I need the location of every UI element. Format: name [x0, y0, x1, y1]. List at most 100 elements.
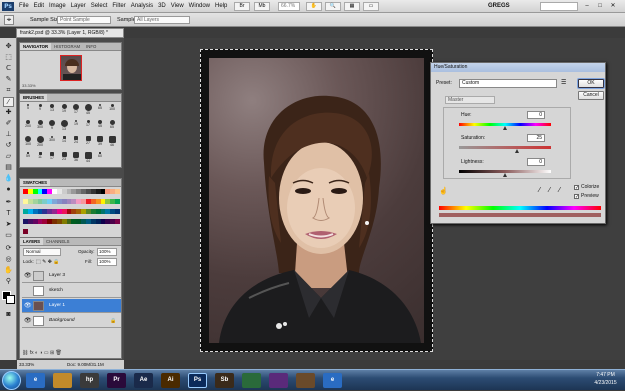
brush-preset[interactable]: 39 — [94, 135, 106, 149]
menu-analysis[interactable]: Analysis — [131, 2, 153, 11]
eyedropper-tool-icon[interactable]: ⁄ — [3, 97, 14, 107]
menu-edit[interactable]: Edit — [34, 2, 44, 11]
preset-select[interactable]: Custom — [459, 79, 557, 88]
fill-field[interactable]: 100% — [97, 258, 117, 266]
eyedropper-minus-icon[interactable]: ⁄ — [559, 187, 560, 194]
taskbar-app-icon[interactable] — [242, 373, 261, 388]
brush-preset[interactable]: 19 — [70, 119, 82, 133]
brush-preset[interactable]: 19 — [58, 103, 70, 117]
close-button[interactable]: ✕ — [608, 2, 618, 11]
brush-preset[interactable]: 17 — [46, 151, 58, 165]
layers-footer-icons[interactable]: ⛓ fx ◐ ◑ ▭ ⊞ 🗑 — [22, 348, 121, 358]
status-zoom[interactable]: 33.33% — [19, 360, 34, 369]
shape-tool-icon[interactable]: ▭ — [3, 231, 14, 241]
visibility-eye-icon[interactable]: 👁 — [24, 299, 32, 313]
blur-tool-icon[interactable]: 💧 — [3, 174, 14, 184]
taskbar-app-icon[interactable]: Ae — [134, 373, 153, 388]
bridge-icon[interactable]: Br — [234, 2, 250, 11]
quick-mask-icon[interactable]: ◙ — [3, 310, 14, 320]
type-tool-icon[interactable]: T — [3, 209, 14, 219]
hue-field[interactable]: 0 — [527, 111, 545, 119]
brush-preset[interactable]: 300 — [34, 119, 46, 133]
hand-tool-icon-2[interactable]: ✋ — [3, 266, 14, 276]
brush-preset[interactable]: 59 — [22, 151, 34, 165]
workspace-switcher[interactable]: GREGS — [488, 2, 510, 11]
system-clock[interactable]: 7:47 PM 4/23/2015 — [588, 371, 623, 387]
brush-preset[interactable]: 24 — [70, 135, 82, 149]
saturation-slider-knob[interactable] — [515, 149, 519, 153]
tab-channels[interactable]: CHANNELS — [43, 238, 72, 245]
brush-preset[interactable]: 100 — [106, 103, 118, 117]
taskbar-app-icon[interactable] — [53, 373, 72, 388]
layer-row[interactable]: sketch — [22, 284, 121, 298]
brush-preset[interactable]: 200 — [22, 119, 34, 133]
quick-select-tool-icon[interactable]: ✎ — [3, 75, 14, 85]
lightness-field[interactable]: 0 — [527, 158, 545, 166]
pen-tool-icon[interactable]: ✒ — [3, 198, 14, 208]
lasso-tool-icon[interactable]: ᑕ — [3, 64, 14, 74]
opacity-field[interactable]: 100% — [97, 248, 117, 256]
brush-preset[interactable]: 36 — [70, 151, 82, 165]
menu-help[interactable]: Help — [215, 2, 227, 11]
color-swatch[interactable] — [23, 229, 28, 234]
lightness-slider-knob[interactable] — [503, 173, 507, 177]
brush-preset[interactable]: 100 — [22, 135, 34, 149]
3d-rotate-tool-icon[interactable]: ⟳ — [3, 244, 14, 254]
dodge-tool-icon[interactable]: ● — [3, 185, 14, 195]
document-canvas[interactable] — [200, 49, 433, 352]
layer-row[interactable]: 👁 Background 🔒 — [22, 314, 121, 328]
move-tool-icon[interactable]: ✥ — [3, 42, 14, 52]
menu-view[interactable]: View — [171, 2, 184, 11]
preset-options-icon[interactable]: ☰ — [561, 79, 566, 86]
hand-tool-icon[interactable]: ✋ — [306, 2, 322, 11]
eyedropper-icon[interactable]: ⁄ — [539, 187, 540, 194]
tab-histogram[interactable]: HISTOGRAM — [51, 43, 83, 50]
brush-tool-icon[interactable]: ✐ — [3, 119, 14, 129]
sample-select[interactable]: All Layers — [134, 16, 190, 24]
brush-preset[interactable]: 200 — [34, 135, 46, 149]
eraser-tool-icon[interactable]: ▱ — [3, 152, 14, 162]
brush-preset[interactable]: 13 — [46, 103, 58, 117]
background-color-swatch[interactable] — [6, 295, 15, 304]
brush-preset[interactable]: 65 — [106, 119, 118, 133]
tab-brushes[interactable]: BRUSHES — [20, 94, 48, 101]
path-select-tool-icon[interactable]: ➤ — [3, 220, 14, 230]
tab-swatches[interactable]: SWATCHES — [20, 179, 51, 186]
start-button[interactable] — [2, 371, 21, 390]
ok-button[interactable]: OK — [578, 79, 604, 88]
brush-preset[interactable]: 45 — [94, 119, 106, 133]
brush-preset[interactable]: 46 — [106, 135, 118, 149]
tab-navigator[interactable]: NAVIGATOR — [20, 43, 52, 50]
brush-preset[interactable]: 11 — [34, 151, 46, 165]
brush-preset[interactable]: 13 — [58, 119, 70, 133]
layer-row-selected[interactable]: 👁 Layer 1 — [22, 299, 121, 313]
visibility-eye-icon[interactable]: 👁 — [24, 269, 32, 283]
preview-checkbox[interactable]: ✓ — [574, 194, 579, 200]
mini-bridge-icon[interactable]: Mb — [254, 2, 270, 11]
colorize-checkbox[interactable]: ✓ — [574, 185, 579, 191]
targeted-adjustment-icon[interactable]: ☝ — [439, 187, 448, 195]
cancel-button[interactable]: Cancel — [578, 91, 604, 100]
brush-preset[interactable]: 9 — [46, 119, 58, 133]
lock-icons[interactable]: ⬚ ✎ ✥ 🔒 — [36, 258, 60, 266]
marquee-tool-icon[interactable]: ⬚ — [3, 53, 14, 63]
menu-select[interactable]: Select — [91, 2, 108, 11]
eyedropper-plus-icon[interactable]: ⁄ — [549, 187, 550, 194]
color-swatch[interactable] — [115, 209, 120, 214]
color-swatch[interactable] — [115, 189, 120, 194]
brush-preset[interactable]: 45 — [82, 103, 94, 117]
hue-slider-knob[interactable] — [503, 126, 507, 130]
crop-tool-icon[interactable]: ⌗ — [3, 86, 14, 96]
brush-preset[interactable]: 65 — [94, 103, 106, 117]
taskbar-app-icon[interactable]: Ps — [188, 373, 207, 388]
tab-layers[interactable]: LAYERS — [20, 238, 44, 245]
document-tab[interactable]: frank2.psd @ 33.3% (Layer 1, RGB/8) * — [16, 28, 124, 38]
brush-preset[interactable]: 17 — [70, 103, 82, 117]
zoom-tool-icon-2[interactable]: ⚲ — [3, 277, 14, 287]
taskbar-app-icon[interactable]: e — [323, 373, 342, 388]
history-brush-tool-icon[interactable]: ↺ — [3, 141, 14, 151]
brush-preset[interactable]: 17 — [82, 119, 94, 133]
taskbar-app-icon[interactable]: hp — [80, 373, 99, 388]
minimize-button[interactable]: – — [582, 2, 592, 11]
tab-info[interactable]: INFO — [83, 43, 99, 50]
